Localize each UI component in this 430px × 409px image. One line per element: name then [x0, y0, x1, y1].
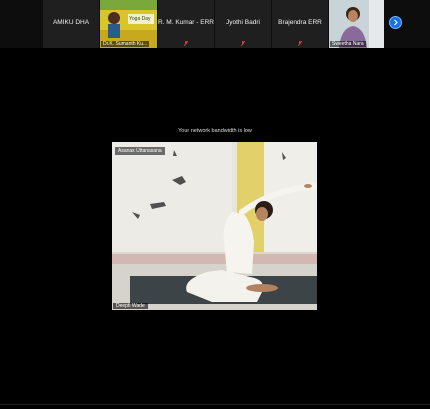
participant-tile[interactable]: AMIKU DHA	[43, 0, 99, 48]
participant-tile-video[interactable]: Sweetha Nara	[329, 0, 384, 48]
speaker-video-frame	[112, 142, 317, 310]
mic-muted-icon	[298, 41, 302, 46]
active-speaker-video[interactable]: Asanas Uttanasana Deepti Wade	[112, 142, 317, 310]
banner-text: Yoga Day	[129, 16, 151, 22]
mic-muted-icon	[184, 41, 188, 46]
participant-name: Sweetha Nara	[330, 41, 366, 47]
next-page-button[interactable]	[389, 16, 402, 29]
participant-tile[interactable]: Jyothi Badri	[215, 0, 271, 48]
participant-tile[interactable]: R. M. Kumar - ERR	[158, 0, 214, 48]
mic-muted-icon	[241, 41, 245, 46]
divider	[0, 404, 430, 405]
speaker-name: Deepti Wade	[113, 303, 148, 309]
participant-name: Dr.K. Sumanth Ku...	[101, 41, 150, 47]
participant-name: Brajendra ERR	[278, 19, 322, 26]
participant-name: AMIKU DHA	[52, 19, 90, 26]
participant-name: R. M. Kumar - ERR	[158, 19, 214, 26]
participant-tile[interactable]: Brajendra ERR	[272, 0, 328, 48]
participant-name: Jyothi Badri	[226, 19, 260, 26]
video-overlay-label: Asanas Uttanasana	[115, 147, 165, 155]
network-warning: Your network bandwidth is low	[178, 128, 252, 134]
participant-strip: AMIKU DHA Yoga Day Dr.K. Sumanth Ku... R…	[0, 0, 430, 48]
chevron-right-icon	[394, 19, 398, 26]
participant-tile-video[interactable]: Yoga Day Dr.K. Sumanth Ku...	[100, 0, 157, 48]
